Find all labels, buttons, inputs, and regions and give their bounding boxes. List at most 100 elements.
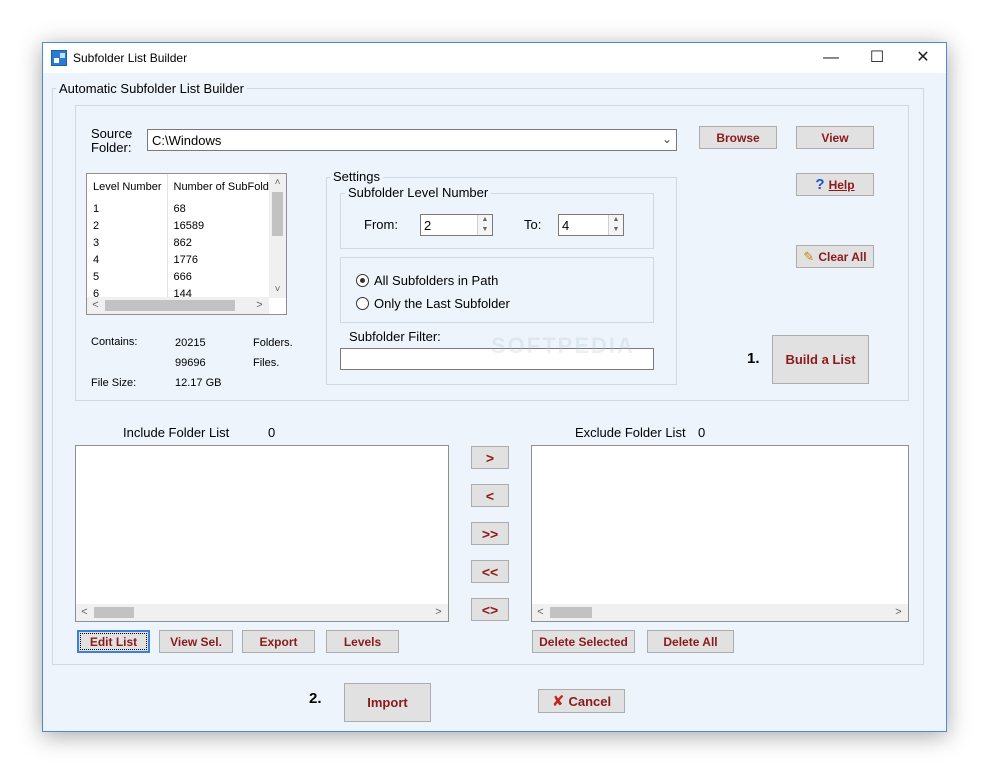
table-row[interactable]: 5 666 <box>87 268 275 285</box>
delete-selected-button[interactable]: Delete Selected <box>532 630 635 653</box>
to-label: To: <box>524 217 542 232</box>
spin-down-icon[interactable]: ▼ <box>609 225 623 235</box>
step-2-label: 2. <box>309 690 322 707</box>
table-row[interactable]: 2 16589 <box>87 217 275 234</box>
from-value: 2 <box>424 218 432 233</box>
scroll-left-icon[interactable]: < <box>87 297 104 314</box>
cell-count: 16589 <box>173 219 205 232</box>
eraser-icon: ✎ <box>803 248 815 264</box>
level-number-title: Subfolder Level Number <box>345 185 492 200</box>
include-list-count: 0 <box>268 425 276 440</box>
scroll-right-icon[interactable]: > <box>430 604 447 621</box>
cell-count: 666 <box>173 270 192 283</box>
cell-level: 2 <box>87 217 168 234</box>
scroll-down-icon[interactable]: ˅ <box>269 281 286 298</box>
to-spinner[interactable]: ▲ ▼ <box>608 215 623 235</box>
build-list-button[interactable]: Build a List <box>772 335 869 384</box>
spin-up-icon[interactable]: ▲ <box>609 215 623 225</box>
exclude-list-count: 0 <box>698 425 706 440</box>
close-window-button[interactable]: ✕ <box>900 43 946 73</box>
levels-table: Level Number Number of SubFolde 1 68 2 165… <box>87 174 275 302</box>
levels-hscrollbar[interactable]: < > <box>87 297 269 314</box>
move-all-right-button[interactable]: >> <box>471 522 509 545</box>
contains-label: Contains: <box>91 336 138 348</box>
cancel-label: Cancel <box>568 693 612 709</box>
exclude-folder-list[interactable]: < > <box>531 445 909 622</box>
scroll-right-icon[interactable]: > <box>251 297 268 314</box>
maximize-button[interactable]: ☐ <box>854 43 900 73</box>
chevron-down-icon[interactable]: ⌄ <box>662 132 672 146</box>
scroll-thumb[interactable] <box>550 607 592 618</box>
subfolder-mode-group <box>340 257 654 323</box>
cell-level: 4 <box>87 251 168 268</box>
clear-all-button[interactable]: ✎ Clear All <box>796 245 874 268</box>
source-folder-combo[interactable]: C:\Windows ⌄ <box>147 129 677 151</box>
exclude-hscrollbar[interactable]: < > <box>532 604 908 621</box>
from-spinner[interactable]: ▲ ▼ <box>477 215 492 235</box>
source-folder-label: Source Folder: <box>91 127 132 155</box>
move-right-button[interactable]: > <box>471 446 509 469</box>
title-bar: Subfolder List Builder — ☐ ✕ <box>43 43 946 73</box>
levels-list-view[interactable]: Level Number Number of SubFolde 1 68 2 165… <box>86 173 287 315</box>
cancel-x-icon: ✘ <box>551 693 565 710</box>
scroll-thumb[interactable] <box>105 300 235 311</box>
scroll-left-icon[interactable]: < <box>76 604 93 621</box>
files-label: Files. <box>253 357 280 369</box>
watermark: SOFTPEDIA <box>491 333 635 358</box>
window-title: Subfolder List Builder <box>73 51 188 65</box>
view-selected-button[interactable]: View Sel. <box>159 630 233 653</box>
spin-up-icon[interactable]: ▲ <box>478 215 492 225</box>
source-label-line2: Folder: <box>91 140 132 155</box>
levels-table-header: Level Number Number of SubFolde <box>87 174 275 200</box>
to-value: 4 <box>562 218 570 233</box>
from-label: From: <box>364 217 398 232</box>
source-label-line1: Source <box>91 126 133 141</box>
edit-list-button[interactable]: Edit List <box>77 630 150 653</box>
import-button[interactable]: Import <box>344 683 431 722</box>
move-left-button[interactable]: < <box>471 484 509 507</box>
scroll-thumb[interactable] <box>272 192 283 236</box>
cell-count: 862 <box>173 236 192 249</box>
move-all-left-button[interactable]: << <box>471 560 509 583</box>
table-row[interactable]: 1 68 <box>87 200 275 217</box>
to-spinbox[interactable]: 4 ▲ ▼ <box>558 214 624 236</box>
radio-all-subfolders[interactable] <box>356 274 369 287</box>
cancel-button[interactable]: ✘ Cancel <box>538 689 625 713</box>
column-header-count[interactable]: Number of SubFolde <box>167 174 276 200</box>
view-button[interactable]: View <box>796 126 874 149</box>
radio-last-subfolder[interactable] <box>356 297 369 310</box>
cell-level: 1 <box>87 200 168 217</box>
help-button[interactable]: ? Help <box>796 173 874 196</box>
scroll-right-icon[interactable]: > <box>890 604 907 621</box>
include-folder-list[interactable]: < > <box>75 445 449 622</box>
export-button[interactable]: Export <box>242 630 315 653</box>
app-icon <box>51 50 67 66</box>
folders-label: Folders. <box>253 337 293 349</box>
include-list-label: Include Folder List <box>123 425 230 440</box>
column-header-level[interactable]: Level Number <box>87 174 168 200</box>
scroll-left-icon[interactable]: < <box>532 604 549 621</box>
cell-count: 68 <box>173 202 186 215</box>
from-spinbox[interactable]: 2 ▲ ▼ <box>420 214 493 236</box>
levels-vscrollbar[interactable]: ˄ ˅ <box>269 174 286 298</box>
browse-button[interactable]: Browse <box>699 126 777 149</box>
swap-button[interactable]: <> <box>471 598 509 621</box>
scroll-thumb[interactable] <box>94 607 134 618</box>
app-window: Subfolder List Builder — ☐ ✕ Automatic S… <box>42 42 947 732</box>
scroll-up-icon[interactable]: ˄ <box>269 174 286 191</box>
minimize-button[interactable]: — <box>808 43 854 73</box>
table-row[interactable]: 4 1776 <box>87 251 275 268</box>
folders-count: 20215 <box>175 337 206 349</box>
files-count: 99696 <box>175 357 206 369</box>
radio-last-label[interactable]: Only the Last Subfolder <box>374 296 510 311</box>
cell-level: 3 <box>87 234 168 251</box>
cell-count: 1776 <box>173 253 198 266</box>
include-hscrollbar[interactable]: < > <box>76 604 448 621</box>
levels-button[interactable]: Levels <box>326 630 399 653</box>
table-row[interactable]: 3 862 <box>87 234 275 251</box>
subfolder-filter-label: Subfolder Filter: <box>349 329 441 344</box>
delete-all-button[interactable]: Delete All <box>647 630 734 653</box>
radio-all-label[interactable]: All Subfolders in Path <box>374 273 498 288</box>
main-group-title: Automatic Subfolder List Builder <box>56 81 247 96</box>
spin-down-icon[interactable]: ▼ <box>478 225 492 235</box>
